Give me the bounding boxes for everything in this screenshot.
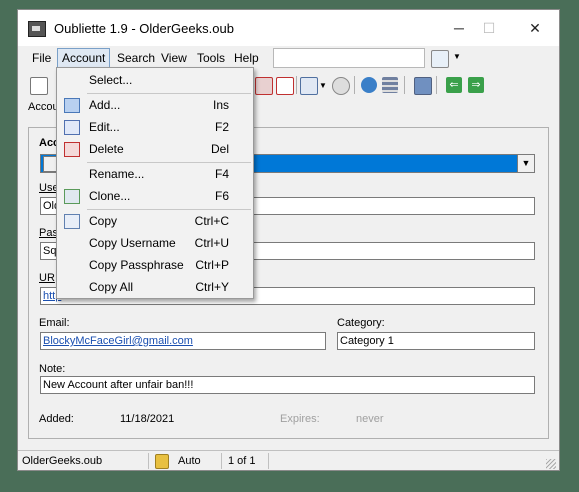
globe-icon[interactable]	[361, 77, 377, 93]
category-label: Category:	[337, 317, 385, 329]
chevron-down-icon[interactable]: ▼	[517, 155, 534, 172]
url-label: UR	[39, 272, 55, 284]
category-field[interactable]: Category 1	[337, 332, 535, 350]
list-icon[interactable]	[382, 77, 398, 93]
menu-file[interactable]: File	[28, 49, 55, 68]
menu-item-add[interactable]: Add... Ins	[57, 94, 253, 116]
delete-icon	[64, 142, 80, 157]
menu-item-select[interactable]: Select...	[57, 69, 253, 91]
menu-item-label: Copy Username	[89, 236, 176, 250]
maximize-button[interactable]: ☐	[472, 16, 506, 40]
menu-item-shortcut: Ins	[212, 98, 229, 112]
status-mode: Auto	[178, 455, 201, 467]
menu-item-label: Copy All	[89, 280, 134, 294]
menu-item-label: Copy Passphrase	[89, 258, 184, 272]
delete-entry-icon[interactable]	[276, 77, 294, 95]
added-value: 11/18/2021	[120, 413, 175, 425]
menu-view[interactable]: View	[157, 49, 191, 68]
email-field[interactable]: BlockyMcFaceGirl@gmail.com	[40, 332, 326, 350]
menu-account[interactable]: Account	[57, 48, 111, 69]
copy-icon	[64, 214, 80, 229]
minimize-button[interactable]: ─	[442, 16, 476, 40]
forward-arrow-icon[interactable]: ⇒	[468, 77, 484, 93]
menu-item-edit[interactable]: Edit... F2	[57, 116, 253, 138]
menu-item-shortcut: Ctrl+P	[195, 258, 229, 272]
menu-item-label: Clone...	[89, 189, 131, 203]
menu-help[interactable]: Help	[230, 49, 263, 68]
menu-item-shortcut: Ctrl+U	[194, 236, 229, 250]
app-icon	[28, 21, 46, 37]
edit-icon	[64, 120, 80, 135]
close-button[interactable]: ✕	[518, 16, 552, 40]
expires-label: Expires:	[280, 413, 320, 425]
menu-item-label: Rename...	[89, 167, 145, 181]
search-icon[interactable]	[332, 77, 350, 95]
menu-item-copy-all[interactable]: Copy All Ctrl+Y	[57, 276, 253, 298]
menu-item-shortcut: Del	[210, 142, 229, 156]
status-file: OlderGeeks.oub	[22, 455, 103, 467]
menu-item-label: Delete	[89, 142, 124, 156]
chevron-down-icon[interactable]: ▼	[453, 52, 461, 61]
menu-item-copy[interactable]: Copy Ctrl+C	[57, 210, 253, 232]
menu-item-clone[interactable]: Clone... F6	[57, 185, 253, 207]
menu-item-copy-username[interactable]: Copy Username Ctrl+U	[57, 232, 253, 254]
resize-grip[interactable]	[546, 459, 556, 469]
door-icon[interactable]	[414, 77, 432, 95]
copy-icon[interactable]	[300, 77, 318, 95]
email-link[interactable]: BlockyMcFaceGirl@gmail.com	[43, 335, 193, 347]
folder-icon	[64, 98, 80, 113]
search-input[interactable]	[273, 48, 425, 68]
menu-item-shortcut: Ctrl+C	[194, 214, 229, 228]
menu-item-copy-passphrase[interactable]: Copy Passphrase Ctrl+P	[57, 254, 253, 276]
menu-item-label: Add...	[89, 98, 121, 112]
menu-item-rename[interactable]: Rename... F4	[57, 163, 253, 185]
menu-item-shortcut: F6	[214, 189, 229, 203]
chevron-down-icon[interactable]: ▼	[319, 81, 327, 90]
note-label: Note:	[39, 363, 66, 375]
new-file-icon[interactable]	[30, 77, 48, 95]
breadcrumb: Accou	[28, 101, 59, 113]
note-field[interactable]: New Account after unfair ban!!!	[40, 376, 535, 394]
menu-item-label: Copy	[89, 214, 118, 228]
email-label: Email:	[39, 317, 70, 329]
menu-item-delete[interactable]: Delete Del	[57, 138, 253, 160]
menu-item-shortcut: F2	[214, 120, 229, 134]
delete-icon[interactable]	[255, 77, 273, 95]
status-bar: OlderGeeks.oub Auto 1 of 1	[18, 450, 559, 472]
title-bar: Oubliette 1.9 - OlderGeeks.oub ─ ☐ ✕	[18, 10, 559, 46]
menu-search[interactable]: Search	[113, 49, 159, 68]
account-menu-dropdown: Select... Add... Ins Edit... F2 Delete D…	[56, 67, 254, 299]
menu-item-label: Edit...	[89, 120, 120, 134]
menu-item-label: Select...	[89, 73, 133, 87]
menu-item-shortcut: Ctrl+Y	[195, 280, 229, 294]
menu-tools[interactable]: Tools	[193, 49, 229, 68]
find-icon[interactable]	[431, 50, 449, 68]
window-title: Oubliette 1.9 - OlderGeeks.oub	[54, 21, 234, 36]
expires-value: never	[356, 413, 384, 425]
menu-item-shortcut: F4	[214, 167, 229, 181]
status-pager: 1 of 1	[228, 455, 256, 467]
back-arrow-icon[interactable]: ⇐	[446, 77, 462, 93]
clone-icon	[64, 189, 80, 204]
added-label: Added:	[39, 413, 74, 425]
lock-icon	[155, 454, 169, 469]
